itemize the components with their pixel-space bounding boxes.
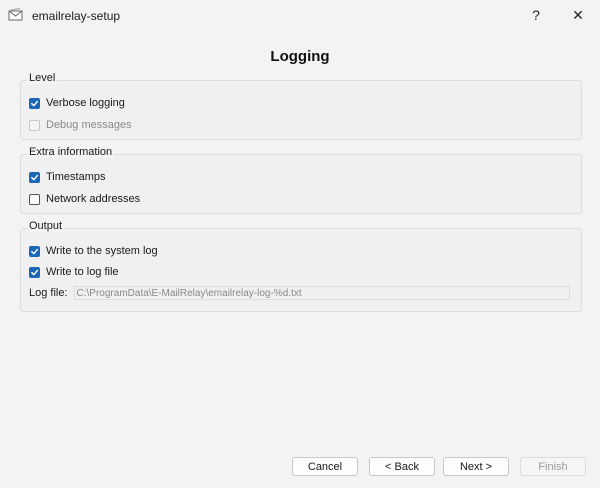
level-group: Level Verbose logging Debug messages [20,72,582,140]
output-group-title: Output [27,220,65,232]
verbose-logging-label: Verbose logging [46,97,125,109]
title-bar: emailrelay-setup ? ✕ [0,0,600,30]
output-group: Output Write to the system log Write to … [20,220,582,312]
log-file-label: Log file: [29,287,68,299]
checkbox-icon [29,245,40,257]
write-log-file-label: Write to log file [46,266,119,278]
help-icon: ? [532,7,540,23]
checkbox-icon [29,171,40,183]
checkbox-icon [29,119,40,131]
checkbox-icon [29,193,40,205]
extra-information-group: Extra information Timestamps Network add… [20,146,582,214]
next-button[interactable]: Next > [443,457,509,476]
log-file-path-field[interactable]: C:\ProgramData\E-MailRelay\emailrelay-lo… [73,286,570,300]
write-log-file-checkbox[interactable]: Write to log file [29,264,119,280]
extra-information-group-title: Extra information [27,146,115,158]
debug-messages-checkbox[interactable]: Debug messages [29,117,132,133]
write-system-log-checkbox[interactable]: Write to the system log [29,243,158,259]
window-title: emailrelay-setup [32,9,121,23]
level-group-title: Level [27,72,58,84]
finish-button[interactable]: Finish [520,457,586,476]
envelope-icon [8,8,24,22]
close-button[interactable]: ✕ [556,0,600,30]
checkbox-icon [29,266,40,278]
cancel-button[interactable]: Cancel [292,457,358,476]
network-addresses-label: Network addresses [46,193,141,205]
help-button[interactable]: ? [514,0,558,30]
timestamps-checkbox[interactable]: Timestamps [29,169,106,185]
close-icon: ✕ [572,6,584,23]
write-system-log-label: Write to the system log [46,245,158,257]
checkbox-icon [29,97,40,109]
log-file-row: Log file: C:\ProgramData\E-MailRelay\ema… [29,285,570,301]
timestamps-label: Timestamps [46,171,106,183]
debug-messages-label: Debug messages [46,119,132,131]
verbose-logging-checkbox[interactable]: Verbose logging [29,95,125,111]
page-title: Logging [270,48,330,65]
back-button[interactable]: < Back [369,457,435,476]
network-addresses-checkbox[interactable]: Network addresses [29,191,140,207]
